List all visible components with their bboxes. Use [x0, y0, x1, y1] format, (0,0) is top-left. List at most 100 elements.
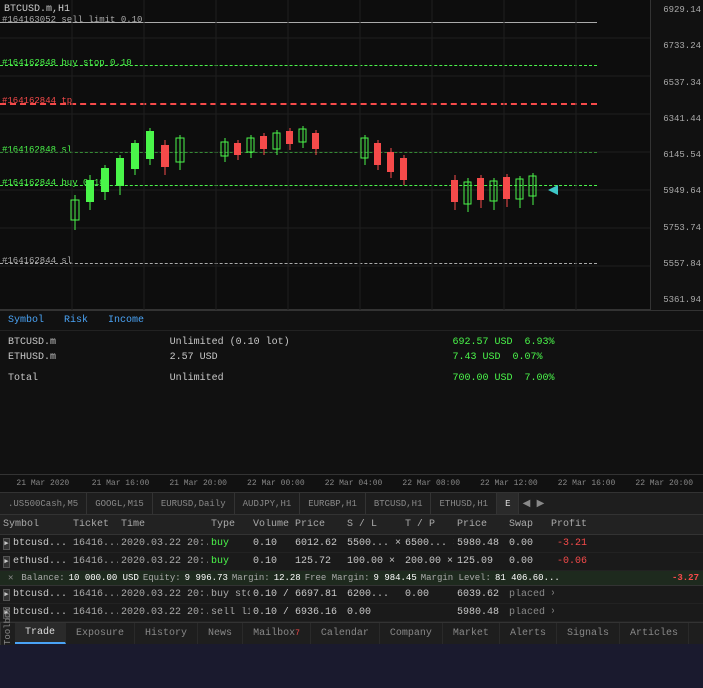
pending1-icon: ▶	[3, 589, 10, 601]
col-ticket: Ticket	[70, 519, 118, 530]
row1-swap: 0.00	[506, 538, 542, 549]
chart-tab-ethusd[interactable]: ETHUSD,H1	[431, 493, 497, 514]
time-6: 22 Mar 12:00	[470, 479, 548, 488]
col-time: Time	[118, 519, 208, 530]
col-sl: S / L	[344, 519, 402, 530]
time-1: 21 Mar 16:00	[82, 479, 160, 488]
margin-key: Margin:	[232, 573, 270, 583]
bottom-tab-market[interactable]: Market	[443, 623, 500, 644]
symbol-header: Symbol	[8, 315, 44, 326]
panel-header: Symbol Risk Income	[0, 311, 703, 331]
pending2-type: sell limit	[208, 607, 250, 618]
margin-level-key: Margin Level:	[421, 573, 491, 583]
panel-body: BTCUSD.m Unlimited (0.10 lot) 692.57 USD…	[0, 331, 703, 390]
pending1-status: placed ×	[506, 589, 554, 600]
margin-val: 12.28	[274, 573, 301, 583]
balance-key: Balance:	[21, 573, 64, 583]
col-tp: T / P	[402, 519, 454, 530]
col-symbol: Symbol	[0, 519, 70, 530]
pending2-volume: 0.10 / 0...	[250, 607, 292, 618]
row2-price2: 125.09	[454, 556, 506, 567]
row1-icon: ▶	[3, 538, 10, 550]
equity-key: Equity:	[143, 573, 181, 583]
bottom-tab-articles[interactable]: Articles	[620, 623, 689, 644]
chart-tab-audjpy[interactable]: AUDJPY,H1	[235, 493, 301, 514]
equity-val: 9 996.73	[185, 573, 228, 583]
price-5949: 5949.64	[653, 186, 701, 196]
bottom-tab-history[interactable]: History	[135, 623, 198, 644]
col-type: Type	[208, 519, 250, 530]
toolbox-label: Toolbox	[0, 623, 15, 645]
bottom-tab-bar: Toolbox Trade Exposure History News Mail…	[0, 622, 703, 644]
bottom-tab-company[interactable]: Company	[380, 623, 443, 644]
pending1-price2: 6039.62	[454, 589, 506, 600]
row2-sl: 100.00 ×	[344, 556, 402, 567]
row1-type: buy	[208, 538, 250, 549]
balance-close-icon[interactable]: ✕	[4, 573, 17, 583]
chart-tab-btcusd[interactable]: BTCUSD,H1	[366, 493, 432, 514]
trade-table: Symbol Ticket Time Type Volume Price S /…	[0, 515, 703, 622]
bottom-tab-mailbox[interactable]: Mailbox7	[243, 623, 311, 644]
col-volume: Volume	[250, 519, 292, 530]
pending-row[interactable]: ▶ btcusd... 16416... 2020.03.22 20:... b…	[0, 586, 703, 604]
row1-price2: 5980.48	[454, 538, 506, 549]
price-5753: 5753.74	[653, 223, 701, 233]
bottom-tab-trade[interactable]: Trade	[15, 623, 66, 644]
time-2: 21 Mar 20:00	[159, 479, 237, 488]
bottom-tab-alerts[interactable]: Alerts	[500, 623, 557, 644]
row2-price: 125.72	[292, 556, 344, 567]
panel-eth-symbol: ETHUSD.m	[8, 352, 170, 363]
chart-svg	[0, 0, 650, 310]
pending2-sl: 0.00	[344, 607, 402, 618]
bottom-tab-exposure[interactable]: Exposure	[66, 623, 135, 644]
price-5361: 5361.94	[653, 295, 701, 305]
pending2-status: placed ×	[506, 607, 554, 618]
table-row[interactable]: ▶ btcusd... 16416... 2020.03.22 20:... b…	[0, 535, 703, 553]
pending1-tp: 0.00	[402, 589, 454, 600]
bottom-tab-signals[interactable]: Signals	[557, 623, 620, 644]
panel-total-income: 700.00 USD 7.00%	[453, 373, 695, 384]
time-5: 22 Mar 08:00	[392, 479, 470, 488]
price-axis: 6929.14 6733.24 6537.34 6341.44 6145.54 …	[650, 0, 703, 310]
chart-tab-eurgbp[interactable]: EURGBP,H1	[300, 493, 366, 514]
pending2-ticket: 16416...	[70, 607, 118, 618]
panel-eth-risk: 2.57 USD	[170, 352, 453, 363]
table-header: Symbol Ticket Time Type Volume Price S /…	[0, 515, 703, 535]
chart-tab-us500[interactable]: .US500Cash,M5	[0, 493, 87, 514]
chart-tab-googl[interactable]: GOOGL,M15	[87, 493, 153, 514]
row1-sl: 5500... ×	[344, 538, 402, 549]
table-row[interactable]: ▶ ethusd... 16416... 2020.03.22 20:... b…	[0, 553, 703, 571]
bottom-tab-news[interactable]: News	[198, 623, 243, 644]
pending1-volume: 0.10 / 0...	[250, 589, 292, 600]
price-6145: 6145.54	[653, 150, 701, 160]
chart-canvas: BTCUSD.m,H1 #164163052 sell limit 0.10 #…	[0, 0, 650, 310]
panel-total-row: Total Unlimited 700.00 USD 7.00%	[8, 371, 695, 386]
price-5557: 5557.84	[653, 259, 701, 269]
pending1-time: 2020.03.22 20:...	[118, 589, 208, 600]
row2-time: 2020.03.22 20:...	[118, 556, 208, 567]
chart-area: BTCUSD.m,H1 #164163052 sell limit 0.10 #…	[0, 0, 703, 310]
free-margin-val: 9 984.45	[374, 573, 417, 583]
row2-swap: 0.00	[506, 556, 542, 567]
panel-btc-income-usd: 692.57 USD 6.93%	[453, 337, 695, 348]
time-0: 21 Mar 2020	[4, 479, 82, 488]
pending-row[interactable]: ▶ btcusd... 16416... 2020.03.22 20:... s…	[0, 604, 703, 622]
chart-tab-e[interactable]: E	[497, 493, 519, 514]
col-price2: Price	[454, 519, 506, 530]
pending1-ticket: 16416...	[70, 589, 118, 600]
panel-area: Symbol Risk Income BTCUSD.m Unlimited (0…	[0, 310, 703, 475]
row1-price: 6012.62	[292, 538, 344, 549]
pending2-price: 6936.16	[292, 607, 344, 618]
time-8: 22 Mar 20:00	[625, 479, 703, 488]
chart-tab-eurusd[interactable]: EURUSD,Daily	[153, 493, 235, 514]
bottom-tab-calendar[interactable]: Calendar	[311, 623, 380, 644]
row2-icon: ▶	[3, 556, 10, 568]
tab-prev-btn[interactable]: ◀	[519, 493, 533, 515]
tab-next-btn[interactable]: ▶	[533, 493, 547, 515]
pending1-price: 6697.81	[292, 589, 344, 600]
free-margin-key: Free Margin:	[305, 573, 370, 583]
row2-tp: 200.00 ×	[402, 556, 454, 567]
time-7: 22 Mar 16:00	[548, 479, 626, 488]
time-4: 22 Mar 04:00	[315, 479, 393, 488]
price-6733: 6733.24	[653, 41, 701, 51]
